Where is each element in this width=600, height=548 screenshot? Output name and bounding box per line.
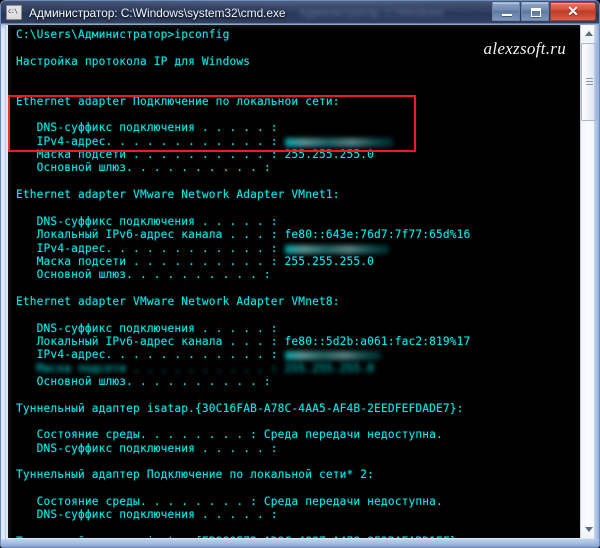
console-line-text: Туннельный адаптер isatap.{FB980E72-AD9C… [16, 535, 464, 538]
console-line: Маска подсети . . . . . . . . . . : 255.… [16, 148, 580, 161]
console-line: Локальный IPv6-адрес канала . . . : fe80… [16, 335, 580, 348]
console-line: Маска подсети . . . . . . . . . . : 255.… [16, 255, 580, 268]
console-line-text: Локальный IPv6-адрес канала . . . : fe80… [16, 228, 471, 242]
cmd-icon [6, 5, 22, 20]
console-line-text: Ethernet adapter VMware Network Adapter … [16, 188, 340, 202]
console-line: Состояние среды. . . . . . . . : Среда п… [16, 495, 580, 508]
redacted-value [284, 351, 381, 361]
titlebar-ghost-text: Администратор: C:\Windows [299, 6, 444, 19]
window-frame-right-edge [594, 24, 599, 547]
watermark: alexzsoft.ru [483, 39, 566, 58]
close-icon: ✕ [567, 3, 579, 19]
console-line-text: Состояние среды. . . . . . . . : Среда п… [16, 428, 443, 442]
minimize-button[interactable] [492, 2, 520, 21]
maximize-button[interactable] [521, 2, 549, 21]
console-line-text: C:\Users\Администратор>ipconfig [16, 28, 230, 41]
console-line-text: IPv4-адрес. . . . . . . . . . . . : [16, 348, 285, 362]
console-line-text: Маска подсети . . . . . . . . . . : 255.… [16, 254, 375, 268]
console-line-text: Маска подсети . . . . . . . . . . : 255.… [16, 361, 375, 375]
console-line-text: Основной шлюз. . . . . . . . . . : [16, 268, 271, 282]
window-frame-bottom-edge [1, 539, 599, 547]
cmd-window: Администратор: C:\Windows\system32\cmd.e… [0, 0, 600, 548]
console-line: IPv4-адрес. . . . . . . . . . . . : [16, 242, 580, 255]
console-line-text: Туннельный адаптер Подключение по локаль… [16, 468, 375, 482]
console-line-text: DNS-суффикс подключения . . . . . : [16, 441, 278, 455]
console-line-text: Основной шлюз. . . . . . . . . . : [16, 161, 278, 175]
console-line: Основной шлюз. . . . . . . . . . : [16, 161, 580, 174]
console-line-text: Настройка протокола IP для Windows [16, 54, 251, 68]
console-line-text: Состояние среды. . . . . . . . : Среда п… [16, 495, 443, 509]
console-line-text: Ethernet adapter VMware Network Adapter … [16, 294, 340, 308]
close-button[interactable]: ✕ [550, 2, 596, 21]
minimize-icon [502, 14, 512, 16]
console-line: Туннельный адаптер isatap.{FB980E72-AD9C… [16, 535, 580, 538]
chevron-up-icon [585, 31, 593, 36]
console-line: Состояние среды. . . . . . . . : Среда п… [16, 428, 580, 441]
console-line: Локальный IPv6-адрес канала . . . : fe80… [16, 228, 580, 241]
console-line: Ethernet adapter VMware Network Adapter … [16, 188, 580, 201]
console-line-text: DNS-суффикс подключения . . . . . : [16, 121, 278, 135]
chevron-down-icon [585, 527, 593, 532]
console-line-text: IPv4-адрес. . . . . . . . . . . . : [16, 134, 285, 148]
console-line-text: DNS-суффикс подключения . . . . . : [16, 214, 278, 228]
console-line-text: Локальный IPv6-адрес канала . . . : fe80… [16, 334, 471, 348]
console-client-area: C:\Users\Администратор>ipconfig Настройка… [5, 24, 597, 545]
window-title: Администратор: C:\Windows\system32\cmd.e… [29, 5, 286, 20]
console-line-text: Основной шлюз. . . . . . . . . . : [16, 374, 271, 388]
console-line: Основной шлюз. . . . . . . . . . : [16, 268, 580, 281]
console-line: Маска подсети . . . . . . . . . . : 255.… [16, 362, 580, 375]
scroll-grip-icon [586, 78, 593, 85]
console-line: Ethernet adapter Подключение по локально… [16, 95, 580, 108]
console-output[interactable]: C:\Users\Администратор>ipconfig Настройка… [8, 25, 580, 538]
console-line-text: Маска подсети . . . . . . . . . . : 255.… [16, 148, 375, 162]
console-line: DNS-суффикс подключения . . . . . : [16, 508, 580, 521]
console-line-text: DNS-суффикс подключения . . . . . : [16, 321, 278, 335]
console-text-block: C:\Users\Администратор>ipconfig Настройка… [8, 25, 580, 538]
console-line-text: DNS-суффикс подключения . . . . . : [16, 508, 278, 522]
redacted-value [284, 137, 393, 147]
console-line-text: Туннельный адаптер isatap.{30C16FAB-A78C… [16, 401, 464, 415]
console-line: DNS-суффикс подключения . . . . . : [16, 121, 580, 134]
redacted-value [284, 244, 389, 254]
console-line: Ethernet adapter VMware Network Adapter … [16, 295, 580, 308]
console-line: Туннельный адаптер Подключение по локаль… [16, 468, 580, 481]
console-line: Основной шлюз. . . . . . . . . . : [16, 375, 580, 388]
console-line: Туннельный адаптер isatap.{30C16FAB-A78C… [16, 402, 580, 415]
console-line: IPv4-адрес. . . . . . . . . . . . : [16, 348, 580, 361]
console-line: DNS-суффикс подключения . . . . . : [16, 215, 580, 228]
maximize-icon [531, 8, 541, 17]
console-line: DNS-суффикс подключения . . . . . : [16, 442, 580, 455]
console-line-text: IPv4-адрес. . . . . . . . . . . . : [16, 241, 285, 255]
console-line: IPv4-адрес. . . . . . . . . . . . : [16, 135, 580, 148]
console-line-text: Ethernet adapter Подключение по локально… [16, 94, 340, 108]
console-line: DNS-суффикс подключения . . . . . : [16, 322, 580, 335]
window-controls: ✕ [491, 2, 596, 21]
